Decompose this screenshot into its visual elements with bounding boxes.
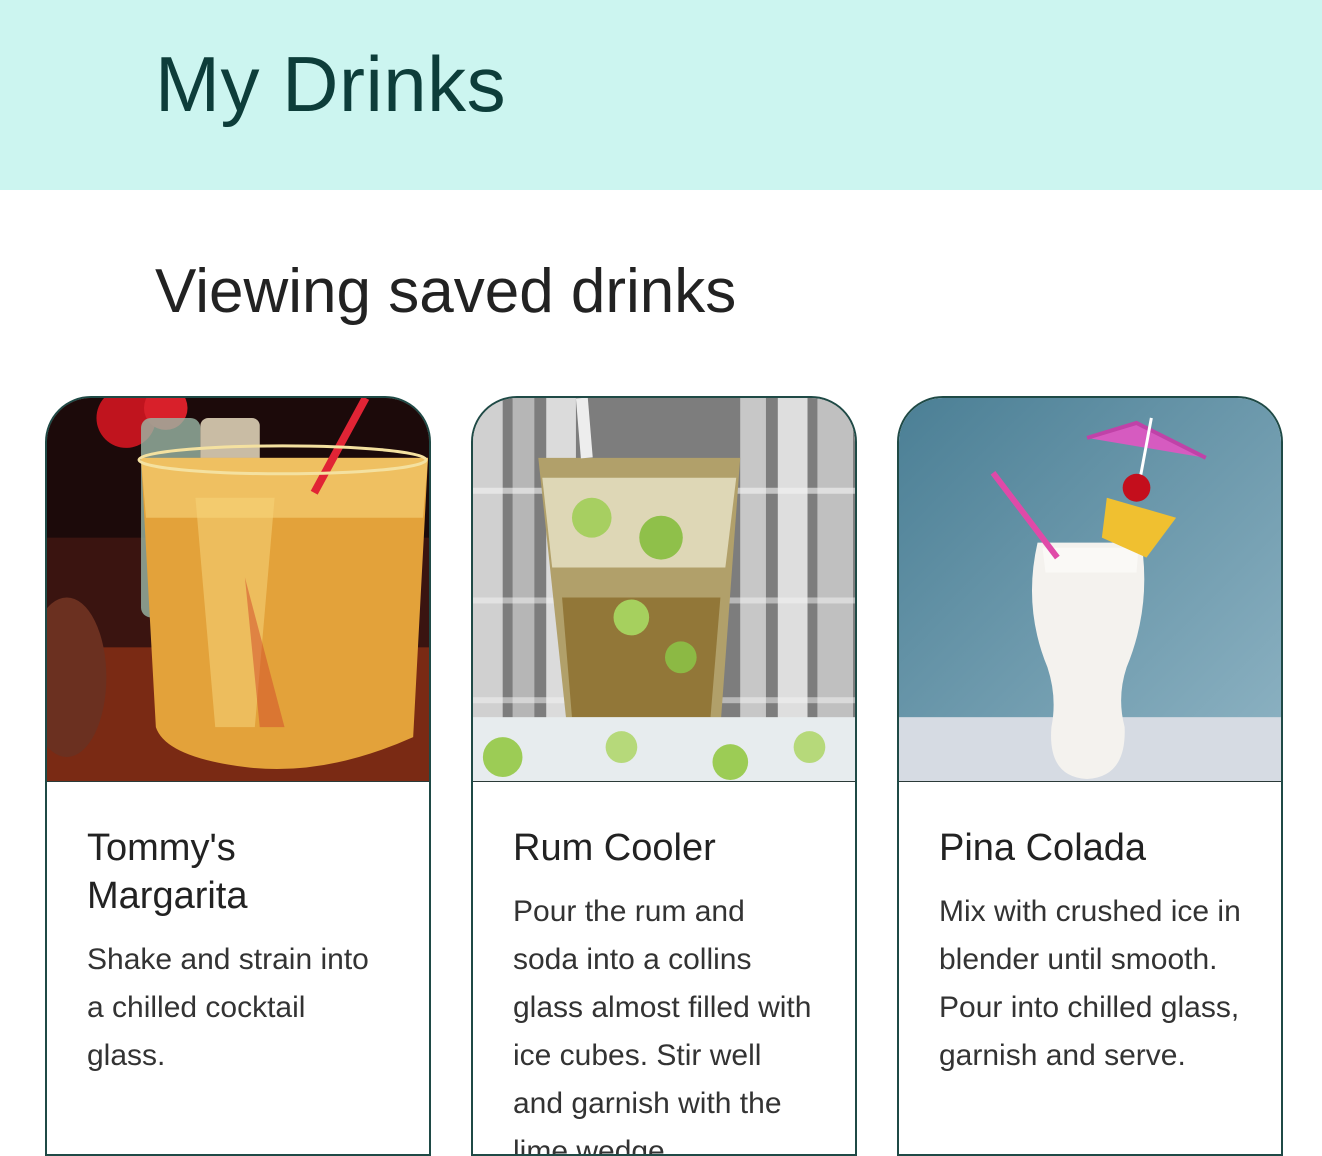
drink-card-rum-cooler[interactable]: Rum Cooler Pour the rum and soda into a … [471, 396, 857, 1156]
margarita-photo [47, 398, 429, 782]
drink-instructions: Mix with crushed ice in blender until sm… [939, 895, 1241, 1072]
drink-name: Pina Colada [939, 827, 1147, 869]
pina-colada-photo [899, 398, 1281, 782]
drink-card-pina-colada[interactable]: Pina Colada Mix with crushed ice in blen… [897, 396, 1283, 1156]
app-title: My Drinks [155, 40, 507, 128]
drink-name: Rum Cooler [513, 827, 716, 869]
margarita-photo-graphic [47, 398, 429, 781]
drink-instructions: Shake and strain into a chilled cocktail… [87, 943, 369, 1072]
rum-cooler-photo-graphic [473, 398, 855, 781]
drink-name: Tommy's Margarita [87, 827, 248, 917]
app-header: My Drinks [0, 0, 1322, 190]
drink-card-margarita[interactable]: Tommy's Margarita Shake and strain into … [45, 396, 431, 1156]
pina-colada-photo-graphic [899, 398, 1281, 781]
drink-instructions: Pour the rum and soda into a collins gla… [513, 895, 812, 1156]
page-heading: Viewing saved drinks [155, 257, 737, 326]
rum-cooler-photo [473, 398, 855, 782]
